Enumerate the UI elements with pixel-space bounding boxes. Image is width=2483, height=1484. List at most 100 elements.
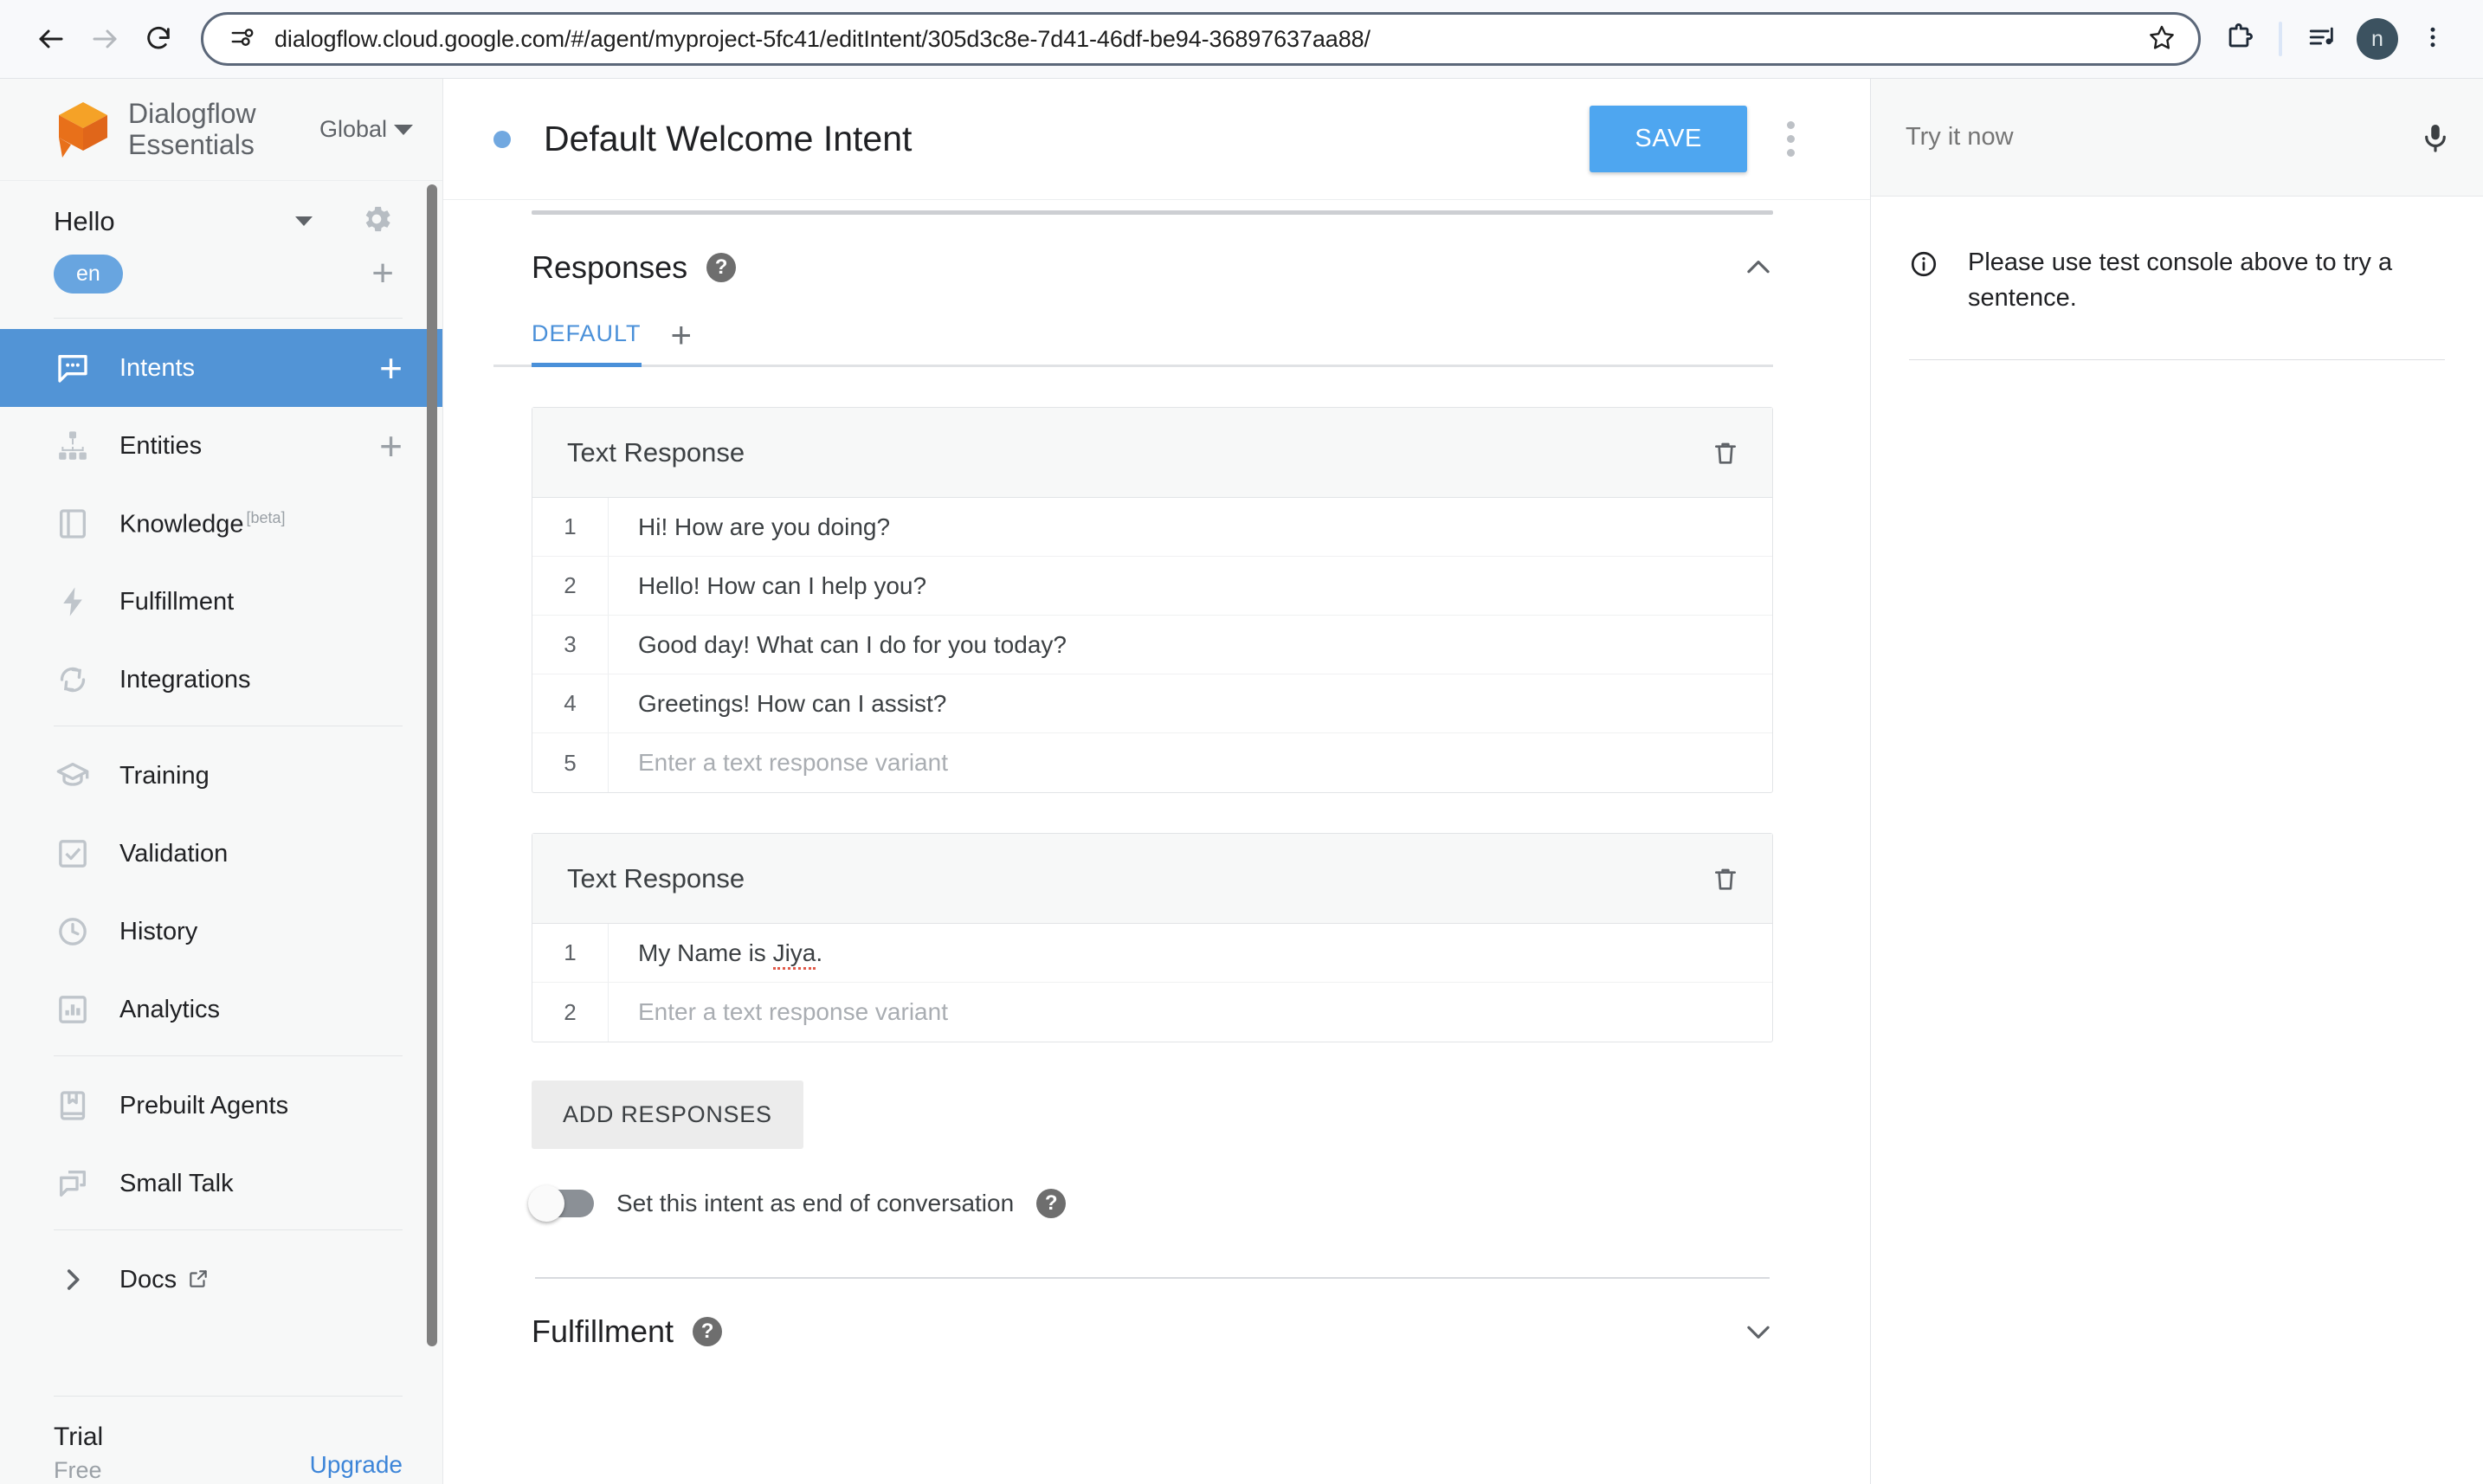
address-bar[interactable]: dialogflow.cloud.google.com/#/agent/mypr… (201, 12, 2201, 66)
end-of-conversation-toggle[interactable] (528, 1185, 594, 1222)
variant-index: 3 (532, 616, 609, 674)
sidebar-item-label: Integrations (119, 665, 251, 694)
browser-toolbar: dialogflow.cloud.google.com/#/agent/mypr… (0, 0, 2483, 78)
add-intent-button[interactable]: + (379, 348, 403, 388)
variant-text[interactable]: Good day! What can I do for you today? (609, 631, 1772, 659)
variant-text[interactable]: Hi! How are you doing? (609, 513, 1772, 541)
sidebar-item-knowledge[interactable]: Knowledge [beta] (0, 485, 442, 563)
browser-menu-button[interactable] (2407, 13, 2459, 65)
response-variant-row[interactable]: 1 My Name is Jiya. (532, 924, 1772, 983)
intent-header: Default Welcome Intent SAVE (443, 79, 1870, 200)
gear-icon[interactable] (359, 202, 394, 241)
sidebar-item-small-talk[interactable]: Small Talk (0, 1145, 442, 1223)
tab-default[interactable]: DEFAULT (532, 320, 642, 367)
sidebar-footer: Trial Free Upgrade (0, 1389, 442, 1484)
sidebar-item-label: Knowledge [beta] (119, 508, 286, 539)
sidebar-item-label: Entities (119, 431, 203, 460)
back-button[interactable] (24, 12, 78, 66)
fulfillment-expand-button[interactable] (1742, 1315, 1775, 1348)
sidebar-item-fulfillment[interactable]: Fulfillment (0, 563, 442, 641)
nav-primary: Intents + Entities + Knowledge [beta] Fu… (0, 326, 442, 719)
sidebar-item-validation[interactable]: Validation (0, 815, 442, 893)
variant-text[interactable]: My Name is Jiya. (609, 939, 1772, 970)
region-selector[interactable]: Global (319, 116, 413, 143)
knowledge-book-icon (54, 505, 92, 543)
test-console-hint: Please use test console above to try a s… (1871, 197, 2483, 316)
extensions-button[interactable] (2213, 13, 2265, 65)
sidebar-item-label: Docs (119, 1266, 403, 1294)
card-title: Text Response (567, 862, 745, 894)
forward-button[interactable] (78, 12, 132, 66)
sidebar-item-label: Prebuilt Agents (119, 1091, 289, 1119)
intent-options-menu[interactable] (1763, 112, 1818, 167)
card-title: Text Response (567, 436, 745, 468)
responses-collapse-button[interactable] (1742, 251, 1775, 284)
sidebar-item-prebuilt-agents[interactable]: Prebuilt Agents (0, 1067, 442, 1145)
sidebar-item-label: Analytics (119, 995, 221, 1023)
response-variant-row[interactable]: 4 Greetings! How can I assist? (532, 674, 1772, 733)
help-icon[interactable]: ? (693, 1317, 723, 1346)
agent-name: Hello (54, 205, 115, 236)
add-response-tab-button[interactable]: + (671, 316, 693, 365)
add-language-button[interactable]: + (371, 255, 394, 293)
end-of-conversation-label: Set this intent as end of conversation (616, 1190, 1015, 1216)
try-it-now-input[interactable] (1906, 123, 2405, 152)
unsaved-status-dot (493, 130, 511, 148)
url-text: dialogflow.cloud.google.com/#/agent/mypr… (274, 25, 1370, 52)
sidebar-item-history[interactable]: History (0, 893, 442, 971)
sidebar-item-integrations[interactable]: Integrations (0, 641, 442, 719)
training-cap-icon (54, 757, 92, 795)
sidebar-item-label: Small Talk (119, 1169, 234, 1197)
sidebar-scrollbar[interactable] (427, 184, 437, 1346)
trash-icon[interactable] (1712, 439, 1739, 467)
hint-message: Please use test console above to try a s… (1968, 248, 2393, 313)
response-variant-row[interactable]: 5 Enter a text response variant (532, 733, 1772, 792)
agent-selector[interactable]: Hello (0, 181, 442, 249)
sidebar-item-intents[interactable]: Intents + (0, 329, 442, 407)
toolbar-icons: n (2213, 13, 2459, 65)
upgrade-link[interactable]: Upgrade (310, 1451, 403, 1484)
sidebar-item-entities[interactable]: Entities + (0, 407, 442, 485)
responses-title: Responses (532, 249, 688, 285)
variant-input-placeholder[interactable]: Enter a text response variant (609, 998, 1772, 1026)
profile-button[interactable]: n (2351, 13, 2403, 65)
sidebar-item-docs[interactable]: Docs (0, 1241, 442, 1319)
sidebar-item-analytics[interactable]: Analytics (0, 971, 442, 1048)
nav-secondary: Training Validation History Analytics (0, 733, 442, 1048)
avatar: n (2357, 18, 2398, 60)
prebuilt-agents-book-icon (54, 1087, 92, 1125)
fulfillment-title: Fulfillment (532, 1313, 674, 1349)
language-chip-en[interactable]: en (54, 255, 123, 294)
validation-check-icon (54, 835, 92, 873)
variant-index: 2 (532, 983, 609, 1042)
response-variant-row[interactable]: 1 Hi! How are you doing? (532, 498, 1772, 557)
media-control-button[interactable] (2296, 13, 2348, 65)
brand-header: Dialogflow Essentials Global (0, 79, 442, 181)
response-variant-row[interactable]: 2 Hello! How can I help you? (532, 557, 1772, 616)
add-responses-button[interactable]: ADD RESPONSES (532, 1081, 803, 1149)
help-icon[interactable]: ? (1036, 1189, 1067, 1218)
main-content: Default Welcome Intent SAVE Responses ? … (443, 79, 1870, 1484)
add-entity-button[interactable]: + (379, 426, 403, 466)
variant-index: 5 (532, 733, 609, 792)
trash-icon[interactable] (1712, 865, 1739, 893)
response-variant-row[interactable]: 3 Good day! What can I do for you today? (532, 616, 1772, 674)
variant-text[interactable]: Hello! How can I help you? (609, 572, 1772, 600)
microphone-icon[interactable] (2419, 121, 2452, 154)
divider (54, 1055, 403, 1056)
site-settings-icon[interactable] (229, 24, 255, 55)
sidebar-item-training[interactable]: Training (0, 737, 442, 815)
save-button[interactable]: SAVE (1590, 106, 1747, 172)
chevron-down-icon (394, 124, 413, 135)
response-variant-row[interactable]: 2 Enter a text response variant (532, 983, 1772, 1042)
star-icon[interactable] (2148, 23, 2176, 55)
dialogflow-logo-icon (54, 99, 113, 161)
help-icon[interactable]: ? (706, 253, 737, 282)
divider (54, 318, 403, 319)
language-row: en + (0, 249, 442, 311)
nav-tertiary: Prebuilt Agents Small Talk (0, 1063, 442, 1223)
reload-button[interactable] (132, 12, 185, 66)
variant-text[interactable]: Greetings! How can I assist? (609, 690, 1772, 718)
variant-input-placeholder[interactable]: Enter a text response variant (609, 749, 1772, 777)
divider (1909, 359, 2445, 361)
